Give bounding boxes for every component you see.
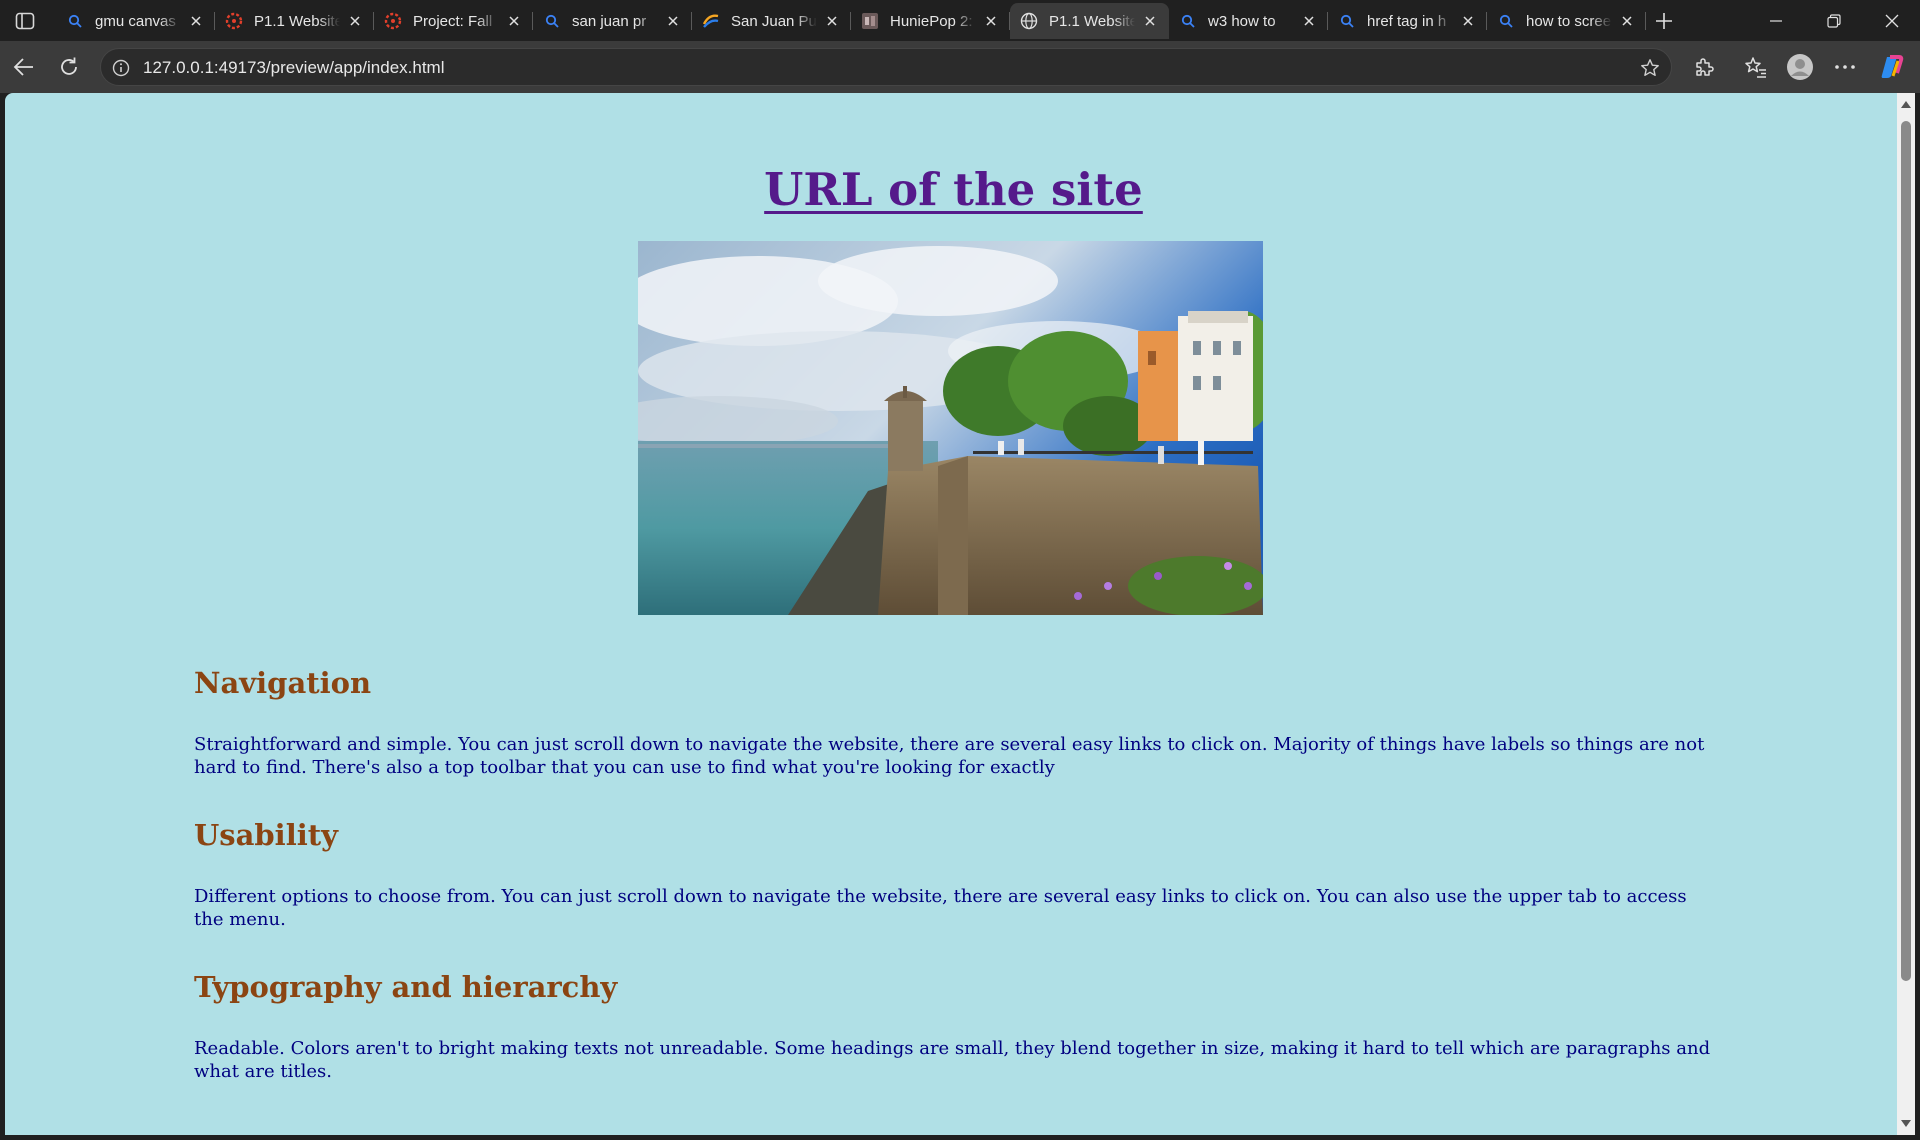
game-site-icon (861, 12, 879, 30)
browser-tab[interactable]: gmu canvas (56, 3, 215, 39)
browser-tab-active[interactable]: P1.1 Website (1010, 3, 1169, 39)
search-icon (66, 12, 84, 30)
section-body: Straightforward and simple. You can just… (194, 734, 1705, 778)
close-tab-icon[interactable] (1300, 12, 1318, 30)
search-icon (543, 12, 561, 30)
address-url[interactable]: 127.0.0.1:49173/preview/app/index.html (143, 58, 444, 78)
back-button[interactable] (10, 53, 38, 81)
tab-title: href tag in h (1367, 12, 1447, 30)
profile-button[interactable] (1786, 53, 1814, 81)
close-window-button[interactable] (1864, 0, 1920, 41)
section-typography: Typography and hierarchy Readable. Color… (194, 967, 1714, 1083)
close-tab-icon[interactable] (187, 12, 205, 30)
review-content: Navigation Straightforward and simple. Y… (194, 663, 1714, 1083)
puzzle-icon (1696, 58, 1714, 76)
section-heading: Usability (194, 818, 338, 852)
tab-title: HuniePop 2: (890, 12, 973, 30)
settings-menu-button[interactable] (1831, 53, 1859, 81)
search-icon (1338, 12, 1356, 30)
section-heading: Navigation (194, 666, 372, 700)
extensions-button[interactable] (1690, 53, 1718, 81)
hero-image (638, 241, 1263, 615)
more-horizontal-icon (1835, 65, 1855, 69)
globe-icon (1020, 12, 1038, 30)
site-info-icon[interactable] (111, 58, 131, 78)
favorites-list-icon (1745, 57, 1766, 78)
favorite-star-icon[interactable] (1639, 57, 1661, 79)
search-icon (1179, 12, 1197, 30)
address-bar[interactable]: 127.0.0.1:49173/preview/app/index.html (100, 48, 1672, 86)
tab-title: w3 how to (1208, 12, 1276, 30)
canvas-logo-icon (384, 12, 402, 30)
browser-tab[interactable]: P1.1 Website (215, 3, 374, 39)
travel-site-icon (702, 12, 720, 30)
restore-button[interactable] (1806, 0, 1862, 41)
page-viewport: URL of the site Navigation Straightforwa… (5, 93, 1902, 1135)
restore-icon (1827, 13, 1841, 28)
search-icon (1497, 12, 1515, 30)
section-navigation: Navigation Straightforward and simple. Y… (194, 663, 1714, 779)
reload-icon (61, 57, 77, 75)
scroll-up-icon[interactable] (1897, 97, 1915, 111)
copilot-button[interactable] (1878, 53, 1906, 81)
reload-button[interactable] (55, 53, 83, 81)
section-body: Different options to choose from. You ca… (194, 886, 1687, 930)
sidebar-toggle-icon (15, 12, 35, 30)
close-tab-icon[interactable] (664, 12, 682, 30)
scroll-down-icon[interactable] (1897, 1117, 1915, 1131)
minimize-button[interactable] (1748, 0, 1804, 41)
tab-title: how to scree (1526, 12, 1612, 30)
site-url-link[interactable]: URL of the site (764, 163, 1143, 216)
tab-title: P1.1 Website (1049, 12, 1135, 30)
page-title: URL of the site (5, 163, 1902, 216)
minimize-icon (1770, 19, 1782, 22)
copilot-icon (1881, 55, 1904, 78)
browser-tab[interactable]: w3 how to (1169, 3, 1328, 39)
page-scrollbar[interactable] (1897, 93, 1915, 1135)
section-body: Readable. Colors aren't to bright making… (194, 1038, 1711, 1082)
close-tab-icon[interactable] (823, 12, 841, 30)
browser-toolbar: 127.0.0.1:49173/preview/app/index.html (0, 41, 1920, 93)
browser-tab[interactable]: HuniePop 2: (851, 3, 1010, 39)
new-tab-button[interactable] (1652, 9, 1676, 33)
close-tab-icon[interactable] (1141, 12, 1159, 30)
close-tab-icon[interactable] (982, 12, 1000, 30)
tab-actions-button[interactable] (8, 8, 42, 34)
tab-title: P1.1 Website (254, 12, 340, 30)
section-usability: Usability Different options to choose fr… (194, 815, 1714, 931)
tab-title: san juan pr (572, 12, 647, 30)
close-tab-icon[interactable] (346, 12, 364, 30)
browser-tab[interactable]: san juan pr (533, 3, 692, 39)
tab-title: Project: Fall (413, 12, 493, 30)
back-arrow-icon (13, 58, 33, 76)
close-tab-icon[interactable] (505, 12, 523, 30)
tab-title: San Juan Pu (731, 12, 817, 30)
browser-tab[interactable]: Project: Fall (374, 3, 533, 39)
avatar-icon (1787, 54, 1813, 80)
close-tab-icon[interactable] (1459, 12, 1477, 30)
canvas-logo-icon (225, 12, 243, 30)
plus-icon (1656, 13, 1672, 29)
browser-tab[interactable]: San Juan Pu (692, 3, 851, 39)
close-icon (1885, 14, 1899, 27)
tab-strip: gmu canvas P1.1 Website Project: Fall sa… (0, 0, 1920, 41)
browser-tab[interactable]: how to scree (1487, 3, 1646, 39)
scrollbar-thumb[interactable] (1901, 121, 1911, 981)
favorites-button[interactable] (1742, 53, 1770, 81)
close-tab-icon[interactable] (1618, 12, 1636, 30)
tab-title: gmu canvas (95, 12, 176, 30)
section-heading: Typography and hierarchy (194, 970, 618, 1004)
browser-tab[interactable]: href tag in h (1328, 3, 1487, 39)
